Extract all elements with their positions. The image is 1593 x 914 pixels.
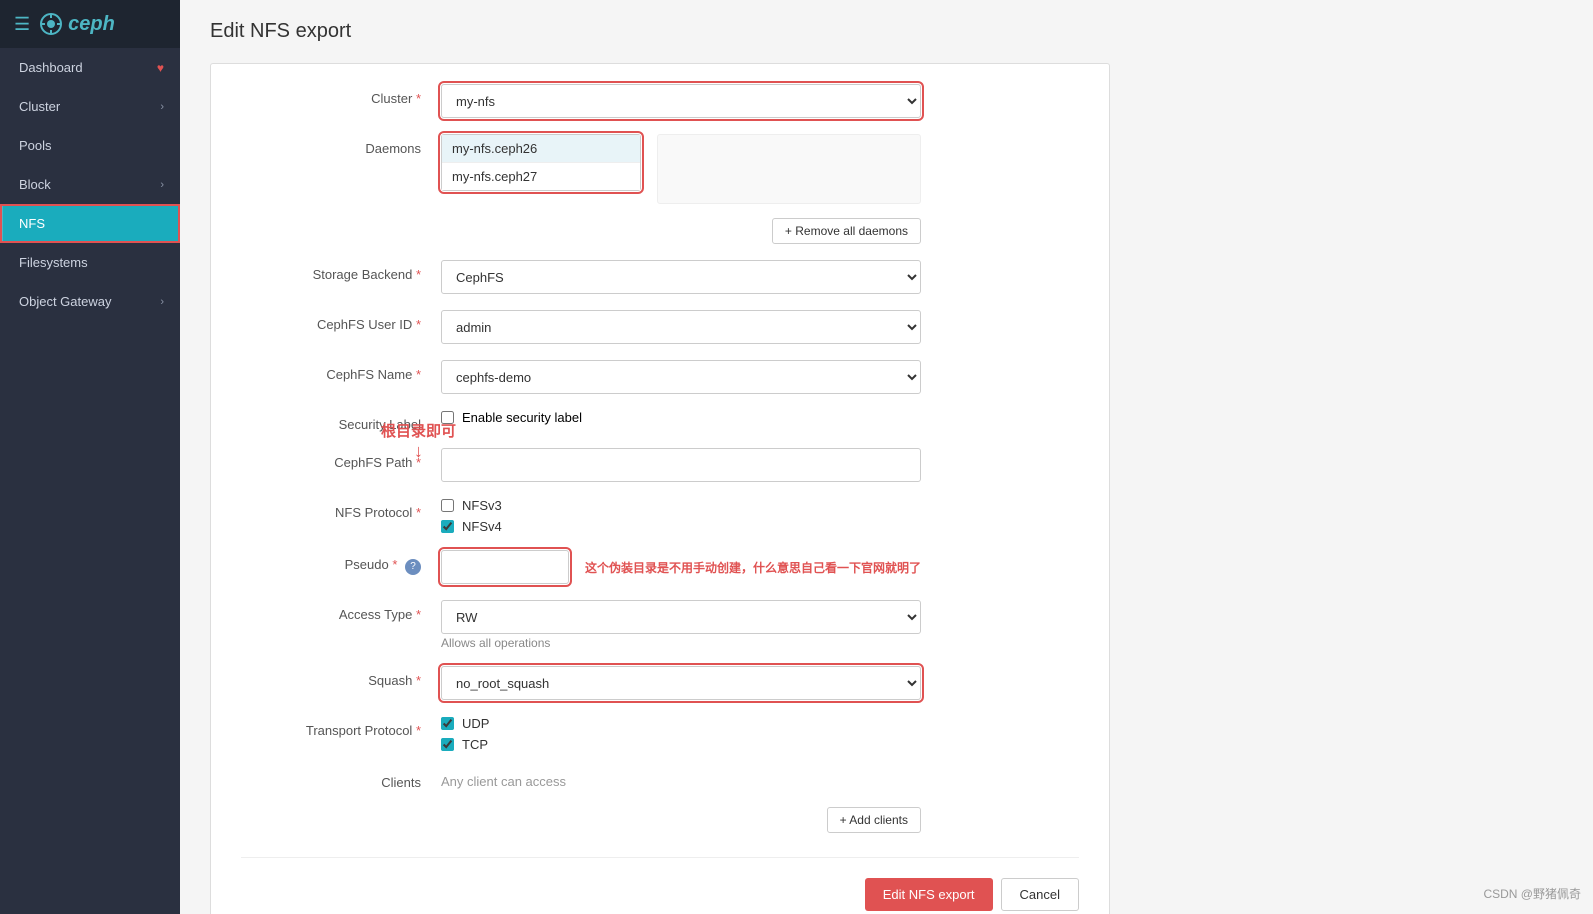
hamburger-icon[interactable]: ☰ [14,14,30,35]
csdn-watermark: CSDN @野猪佩奇 [1483,885,1581,902]
nfsv4-checkbox[interactable] [441,520,454,533]
sidebar-item-cluster[interactable]: Cluster › [0,87,180,126]
page-title: Edit NFS export [210,20,1563,43]
storage-backend-row: Storage Backend * CephFS [241,260,1079,294]
security-label-row: Security Label Enable security label [241,410,1079,432]
clients-placeholder-text: Any client can access [441,768,921,795]
ceph-logo-icon [40,13,62,35]
chevron-right-icon: › [160,179,164,191]
clients-row: Clients Any client can access + Add clie… [241,768,1079,833]
nfs-protocol-label: NFS Protocol * [241,498,441,520]
cephfs-name-select[interactable]: cephfs-demo [441,360,921,394]
path-arrow-icon: ↓ [414,441,423,462]
cephfs-path-input[interactable]: / [441,448,921,482]
storage-backend-select[interactable]: CephFS [441,260,921,294]
submit-button[interactable]: Edit NFS export [865,878,993,911]
cluster-label: Cluster * [241,84,441,106]
chevron-right-icon: › [160,296,164,308]
udp-option: UDP [441,716,921,731]
tcp-checkbox[interactable] [441,738,454,751]
cephfs-user-id-row: CephFS User ID * admin [241,310,1079,344]
cephfs-path-row: CephFS Path * 根目录即可 ↓ / [241,448,1079,482]
squash-row: Squash * no_root_squash [241,666,1079,700]
clients-label: Clients [241,768,441,790]
cephfs-name-label: CephFS Name * [241,360,441,382]
storage-backend-label: Storage Backend * [241,260,441,282]
nfsv3-checkbox[interactable] [441,499,454,512]
udp-checkbox[interactable] [441,717,454,730]
daemons-placeholder [657,134,921,204]
form-bottom: Edit NFS export Cancel [241,857,1079,911]
cephfs-name-row: CephFS Name * cephfs-demo [241,360,1079,394]
pseudo-annotation: 这个伪装目录是不用手动创建，什么意思自己看一下官网就明了 [585,559,921,576]
nfsv4-option: NFSv4 [441,519,921,534]
daemons-list[interactable]: my-nfs.ceph26 my-nfs.ceph27 [441,134,641,191]
sidebar-item-pools[interactable]: Pools [0,126,180,165]
access-type-row: Access Type * RW Allows all operations [241,600,1079,650]
transport-protocol-row: Transport Protocol * UDP TCP [241,716,1079,752]
daemons-row: Daemons my-nfs.ceph26 my-nfs.ceph27 + Re… [241,134,1079,244]
chevron-right-icon: › [160,101,164,113]
cluster-select[interactable]: my-nfs [441,84,921,118]
access-type-select[interactable]: RW [441,600,921,634]
sidebar-item-filesystems[interactable]: Filesystems [0,243,180,282]
ceph-logo: ceph [40,13,115,36]
path-annotation: 根目录即可 ↓ [381,420,456,462]
cancel-button[interactable]: Cancel [1001,878,1079,911]
remove-daemons-button[interactable]: + Remove all daemons [772,218,921,244]
access-type-hint: Allows all operations [441,636,921,650]
nfsv3-option: NFSv3 [441,498,921,513]
sidebar-item-block[interactable]: Block › [0,165,180,204]
access-type-label: Access Type * [241,600,441,622]
daemon-item-0[interactable]: my-nfs.ceph26 [442,135,640,163]
pseudo-label: Pseudo * ? [241,550,441,575]
pseudo-help-icon[interactable]: ? [405,559,421,575]
sidebar-header: ☰ ceph [0,0,180,48]
sidebar-navigation: Dashboard ♥ Cluster › Pools Block › NFS … [0,48,180,914]
tcp-option: TCP [441,737,921,752]
cephfs-user-id-select[interactable]: admin [441,310,921,344]
pseudo-row: Pseudo * ? /nfsdemo 这个伪装目录是不用手动创建，什么意思自己… [241,550,1079,584]
sidebar-item-object-gateway[interactable]: Object Gateway › [0,282,180,321]
sidebar-item-nfs[interactable]: NFS [0,204,180,243]
daemons-label: Daemons [241,134,441,156]
cephfs-user-id-label: CephFS User ID * [241,310,441,332]
form-card: Cluster * my-nfs Daemons my-nfs.ceph26 m… [210,63,1110,914]
sidebar-item-dashboard[interactable]: Dashboard ♥ [0,48,180,87]
transport-protocol-label: Transport Protocol * [241,716,441,738]
squash-label: Squash * [241,666,441,688]
add-clients-button[interactable]: + Add clients [827,807,921,833]
heart-icon: ♥ [157,61,164,75]
main-content: Edit NFS export Cluster * my-nfs Daemons… [180,0,1593,914]
ceph-logo-text: ceph [68,13,115,36]
sidebar: ☰ ceph Dashboard ♥ Cluster › Pools Bloc [0,0,180,914]
squash-select[interactable]: no_root_squash [441,666,921,700]
pseudo-input[interactable]: /nfsdemo [441,550,569,584]
cluster-row: Cluster * my-nfs [241,84,1079,118]
nfs-protocol-row: NFS Protocol * NFSv3 NFSv4 [241,498,1079,534]
daemon-item-1[interactable]: my-nfs.ceph27 [442,163,640,190]
